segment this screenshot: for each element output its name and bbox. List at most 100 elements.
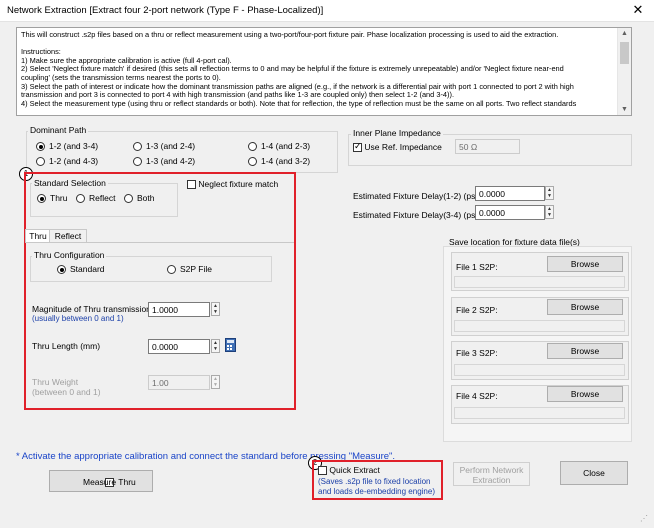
radio-icon — [36, 157, 45, 167]
option-label: 1-4 (and 2-3) — [261, 141, 311, 151]
quick-extract-note-2: and loads de-embedding engine) — [318, 487, 435, 496]
thru-weight-field[interactable]: 1.00 — [148, 375, 210, 390]
tab-thru[interactable]: Thru — [25, 229, 51, 243]
instructions-text: This will construct .s2p files based on … — [21, 30, 611, 108]
checkbox-icon — [353, 141, 362, 153]
close-button[interactable]: Close — [560, 461, 628, 485]
file-1-label: File 1 S2P: — [456, 262, 498, 272]
delay-34-label: Estimated Fixture Delay(3-4) (ps) — [353, 210, 479, 220]
file-2-path — [454, 320, 625, 332]
option-label: Thru — [50, 193, 68, 203]
perform-label-1: Perform Network — [459, 465, 524, 475]
file-3-browse-button[interactable]: Browse — [547, 343, 623, 359]
magnitude-label: Magnitude of Thru transmission — [32, 304, 151, 314]
resize-grip-icon[interactable]: ⋰ — [640, 514, 652, 526]
perform-extraction-button[interactable]: Perform Network Extraction — [453, 462, 530, 486]
magnitude-spinner[interactable]: ▲ ▼ — [211, 302, 220, 316]
delay-34-field[interactable]: 0.0000 — [475, 205, 545, 220]
standard-both-radio[interactable]: Both — [124, 193, 155, 204]
dominant-path-option[interactable]: 1-3 (and 2-4) — [133, 141, 196, 152]
option-label: 1-4 (and 3-2) — [261, 156, 311, 166]
dominant-path-label: Dominant Path — [28, 125, 89, 135]
thru-weight-label: Thru Weight — [32, 377, 79, 387]
thru-weight-hint: (between 0 and 1) — [32, 387, 101, 397]
file-3-label: File 3 S2P: — [456, 348, 498, 358]
checkbox-icon — [318, 466, 327, 476]
thru-length-field[interactable]: 0.0000 — [148, 339, 210, 354]
radio-icon — [57, 265, 66, 275]
impedance-field[interactable]: 50 Ω — [455, 139, 520, 154]
close-icon[interactable]: ✕ — [630, 2, 646, 18]
radio-icon — [248, 157, 257, 167]
quick-extract-note-1: (Saves .s2p file to fixed location — [318, 477, 431, 486]
calculator-icon[interactable] — [225, 338, 236, 352]
file-4-browse-button[interactable]: Browse — [547, 386, 623, 402]
file-1-path — [454, 276, 625, 288]
thru-length-label: Thru Length (mm) — [32, 341, 101, 351]
scroll-thumb[interactable] — [620, 42, 629, 64]
radio-icon — [37, 194, 46, 204]
standard-thru-radio[interactable]: Thru — [37, 193, 68, 204]
file-1-browse-button[interactable]: Browse — [547, 256, 623, 272]
instructions-scrollbar[interactable]: ▲ ▼ — [617, 28, 631, 115]
instruction-line: This will construct .s2p files based on … — [21, 30, 559, 39]
dominant-path-option[interactable]: 1-2 (and 4-3) — [36, 156, 99, 167]
dominant-path-option[interactable]: 1-3 (and 4-2) — [133, 156, 196, 167]
instruction-line — [21, 40, 611, 49]
option-label: Standard — [70, 264, 105, 274]
radio-icon — [76, 194, 85, 204]
delay-12-spinner[interactable]: ▲ ▼ — [545, 186, 554, 200]
option-label: 1-3 (and 2-4) — [146, 141, 196, 151]
inner-plane-label: Inner Plane Impedance — [351, 128, 443, 138]
radio-icon — [36, 142, 45, 152]
quick-extract-label: Quick Extract — [329, 465, 380, 475]
thru-config-label: Thru Configuration — [32, 250, 107, 260]
measure-thru-label: Measure Thru — [83, 477, 136, 487]
option-label: 1-3 (and 4-2) — [146, 156, 196, 166]
use-ref-impedance-checkbox[interactable]: Use Ref. Impedance — [353, 141, 442, 153]
standard-reflect-radio[interactable]: Reflect — [76, 193, 116, 204]
radio-icon — [248, 142, 257, 152]
delay-12-label: Estimated Fixture Delay(1-2) (ps) — [353, 191, 479, 201]
thru-weight-spinner[interactable]: ▲ ▼ — [211, 375, 220, 389]
dominant-path-option[interactable]: 1-4 (and 3-2) — [248, 156, 311, 167]
instruction-line: 4) Select the measurement type (using th… — [21, 98, 577, 108]
radio-icon — [133, 142, 142, 152]
file-4-label: File 4 S2P: — [456, 391, 498, 401]
quick-extract-checkbox[interactable]: Quick Extract — [318, 465, 380, 476]
dominant-path-group — [26, 131, 338, 173]
thru-length-spinner[interactable]: ▲ ▼ — [211, 339, 220, 353]
file-3-path — [454, 364, 625, 376]
tab-reflect[interactable]: Reflect — [49, 229, 87, 242]
radio-icon — [167, 265, 176, 275]
magnitude-hint: (usually between 0 and 1) — [32, 314, 124, 323]
perform-label-2: Extraction — [472, 475, 511, 485]
radio-icon — [124, 194, 133, 204]
instructions-textbox[interactable]: This will construct .s2p files based on … — [16, 27, 632, 116]
radio-icon — [133, 157, 142, 167]
option-label: Reflect — [89, 193, 116, 203]
magnitude-field[interactable]: 1.0000 — [148, 302, 210, 317]
file-2-label: File 2 S2P: — [456, 305, 498, 315]
neglect-match-label: Neglect fixture match — [198, 179, 279, 189]
checkbox-icon — [187, 180, 196, 190]
option-label: Both — [137, 193, 155, 203]
use-ref-label: Use Ref. Impedance — [364, 142, 442, 152]
thru-standard-radio[interactable]: Standard — [57, 264, 105, 275]
neglect-fixture-match-checkbox[interactable]: Neglect fixture match — [187, 179, 279, 190]
dominant-path-option[interactable]: 1-4 (and 2-3) — [248, 141, 311, 152]
scroll-up-icon[interactable]: ▲ — [618, 30, 631, 37]
option-label: S2P File — [180, 264, 212, 274]
option-label: 1-2 (and 4-3) — [49, 156, 99, 166]
thru-s2p-radio[interactable]: S2P File — [167, 264, 212, 275]
delay-34-spinner[interactable]: ▲ ▼ — [545, 205, 554, 219]
standard-selection-label: Standard Selection — [32, 178, 108, 188]
file-2-browse-button[interactable]: Browse — [547, 299, 623, 315]
dominant-path-option[interactable]: 1-2 (and 3-4) — [36, 141, 98, 152]
measure-thru-button[interactable]: Measure Thru — [49, 470, 153, 492]
window-title: Network Extraction [Extract four 2-port … — [7, 5, 324, 16]
scroll-down-icon[interactable]: ▼ — [618, 106, 631, 113]
title-bar: Network Extraction [Extract four 2-port … — [0, 0, 654, 22]
file-4-path — [454, 407, 625, 419]
delay-12-field[interactable]: 0.0000 — [475, 186, 545, 201]
